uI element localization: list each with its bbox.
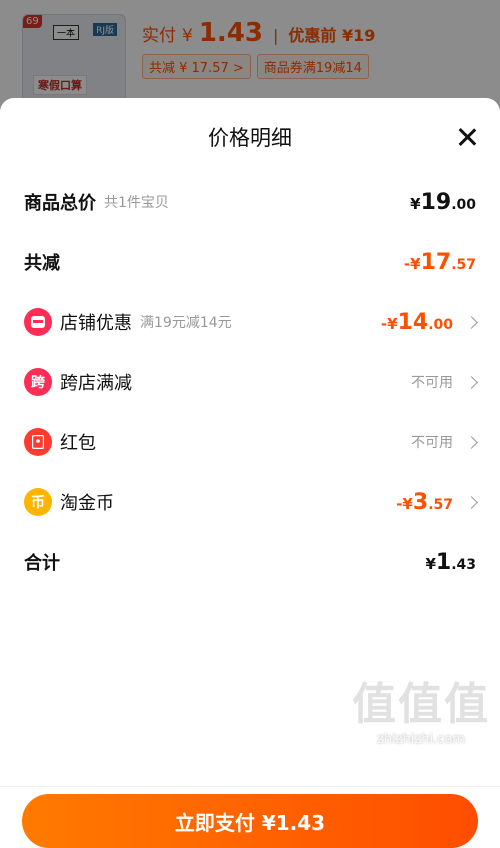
watermark-url: zhizhizhi.com: [377, 732, 465, 747]
row-amount: -¥ 14 .00: [381, 310, 453, 335]
sheet-title: 价格明细: [208, 126, 292, 150]
row-taojinbi[interactable]: 币 淘金币 -¥ 3 .57: [24, 482, 478, 522]
row-red-packet[interactable]: 红包 不可用: [24, 422, 478, 462]
pay-now-button[interactable]: 立即支付 ¥1.43: [22, 794, 478, 848]
amount-dec: .00: [451, 196, 476, 213]
watermark-logo: 值值值: [352, 679, 490, 730]
chevron-right-icon: [465, 375, 478, 389]
chevron-right-icon: [465, 495, 478, 509]
row-label: 合计: [24, 553, 60, 574]
amount-int: 19: [420, 189, 452, 215]
red-packet-icon: [24, 428, 52, 456]
amount-dec: .00: [428, 316, 453, 333]
amount-dec: .43: [451, 556, 476, 573]
amount-currency: -¥: [380, 314, 398, 333]
row-sub-label: 满19元减14元: [140, 315, 232, 331]
row-amount: -¥ 3 .57: [396, 490, 453, 515]
row-shop-discount[interactable]: 店铺优惠 满19元减14元 -¥ 14 .00: [24, 302, 478, 342]
row-sum: 合计 ¥ 1 .43: [24, 542, 476, 582]
row-status: 不可用: [411, 375, 453, 391]
close-icon[interactable]: [456, 126, 478, 148]
row-total-price: 商品总价 共1件宝贝 ¥ 19 .00: [24, 182, 476, 222]
row-label: 共减: [24, 253, 60, 274]
amount-currency: ¥: [425, 554, 436, 573]
row-label: 红包: [60, 433, 96, 454]
amount-dec: .57: [428, 496, 453, 513]
row-label: 店铺优惠: [60, 313, 132, 334]
row-cross-store[interactable]: 跨 跨店满减 不可用: [24, 362, 478, 402]
row-amount: ¥ 19 .00: [410, 190, 476, 215]
cross-store-icon: 跨: [24, 368, 52, 396]
amount-currency: -¥: [396, 494, 413, 513]
footer-divider: [0, 786, 500, 787]
row-amount: -¥ 17 .57: [404, 250, 476, 275]
row-sub-label: 共1件宝贝: [104, 195, 169, 211]
row-label: 跨店满减: [60, 373, 132, 394]
row-label: 淘金币: [60, 493, 114, 514]
chevron-right-icon: [465, 315, 478, 329]
amount-int: 17: [420, 249, 452, 275]
amount-dec: .57: [451, 256, 476, 273]
chevron-right-icon: [465, 435, 478, 449]
amount-int: 14: [397, 309, 429, 335]
row-total-reduce: 共减 -¥ 17 .57: [24, 242, 476, 282]
watermark: 值值值 zhizhizhi.com: [352, 668, 490, 747]
amount-int: 1: [435, 549, 452, 575]
row-label: 商品总价: [24, 193, 96, 214]
coin-icon: 币: [24, 488, 52, 516]
shop-icon: [24, 308, 52, 336]
row-status: 不可用: [411, 435, 453, 451]
amount-currency: -¥: [403, 254, 421, 273]
amount-currency: ¥: [410, 194, 421, 213]
row-amount: ¥ 1 .43: [425, 550, 476, 575]
amount-int: 3: [412, 489, 429, 515]
